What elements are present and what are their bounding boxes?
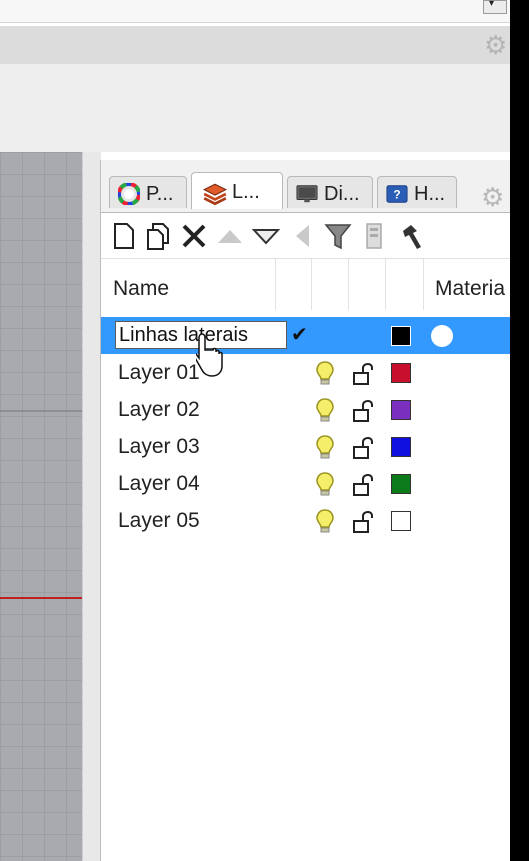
toolbar-area	[0, 64, 510, 152]
layer-row-editing[interactable]: ✔	[101, 317, 511, 354]
unlocked-icon[interactable]	[351, 399, 375, 423]
layer-name: Layer 04	[118, 472, 200, 495]
tab-layers[interactable]: L...	[191, 172, 283, 209]
layer-name: Layer 01	[118, 361, 200, 384]
unlocked-icon[interactable]	[351, 362, 375, 386]
column-separator	[348, 259, 349, 311]
tab-layers-label: L...	[232, 181, 260, 203]
top-dropdown[interactable]: ▾	[483, 0, 507, 14]
tab-display[interactable]: Di...	[287, 176, 373, 208]
layer-row[interactable]: Layer 02	[101, 391, 511, 428]
properties-color-wheel-icon	[118, 183, 140, 205]
screen-edge	[510, 0, 529, 861]
layer-color-swatch[interactable]	[391, 474, 411, 494]
visible-bulb-icon[interactable]	[315, 434, 335, 460]
layer-color-swatch[interactable]	[391, 400, 411, 420]
material-swatch-icon[interactable]	[431, 325, 453, 347]
unlocked-icon[interactable]	[351, 510, 375, 534]
move-up-icon[interactable]	[215, 221, 245, 251]
layer-color-swatch[interactable]	[391, 363, 411, 383]
display-monitor-icon	[296, 185, 318, 203]
tab-properties[interactable]: P...	[109, 176, 187, 208]
unlocked-icon[interactable]	[351, 436, 375, 460]
layer-list: ✔ Layer 01 Layer 02 Layer 03 Layer 04	[101, 310, 511, 861]
layer-row[interactable]: Layer 05	[101, 502, 511, 539]
panel-divider[interactable]	[82, 152, 101, 861]
viewport[interactable]	[0, 152, 82, 861]
viewport-grid-major-line	[0, 410, 82, 412]
top-strip	[0, 0, 510, 23]
layer-row[interactable]: Layer 01	[101, 354, 511, 391]
visible-bulb-icon[interactable]	[315, 471, 335, 497]
column-header-name[interactable]: Name	[113, 277, 169, 301]
panel-tabs: P... L... Di... ? H...	[101, 172, 511, 212]
layer-color-swatch[interactable]	[391, 511, 411, 531]
layers-icon	[202, 183, 228, 206]
layer-states-icon[interactable]	[359, 221, 389, 251]
svg-text:?: ?	[393, 188, 400, 202]
move-out-icon[interactable]	[287, 221, 317, 251]
layers-toolbar	[101, 212, 511, 259]
column-separator	[311, 259, 312, 311]
gear-icon[interactable]: ⚙	[484, 32, 507, 58]
tab-help-label: H...	[414, 183, 446, 205]
current-layer-check-icon[interactable]: ✔	[291, 322, 308, 347]
command-bar	[0, 26, 510, 64]
new-sublayer-icon[interactable]	[143, 221, 173, 251]
layer-name: Layer 05	[118, 509, 200, 532]
hand-cursor-icon	[196, 333, 223, 377]
filter-icon[interactable]	[323, 221, 353, 251]
layer-name: Layer 02	[118, 398, 200, 421]
tab-help[interactable]: ? H...	[377, 176, 457, 208]
layer-color-swatch[interactable]	[391, 437, 411, 457]
layer-name: Layer 03	[118, 435, 200, 458]
help-icon: ?	[386, 185, 408, 203]
layer-color-swatch[interactable]	[391, 326, 411, 346]
layers-panel: P... L... Di... ? H... ⚙ Name Materia Li…	[100, 160, 511, 861]
move-down-icon[interactable]	[251, 221, 281, 251]
unlocked-icon[interactable]	[351, 473, 375, 497]
visible-bulb-icon[interactable]	[315, 360, 335, 386]
column-header-material[interactable]: Materia	[435, 277, 505, 301]
tab-display-label: Di...	[324, 183, 360, 205]
delete-icon[interactable]	[179, 221, 209, 251]
visible-bulb-icon[interactable]	[315, 397, 335, 423]
layer-table-header: Name Materia	[101, 258, 511, 311]
dropdown-arrow-icon: ▾	[489, 0, 495, 9]
panel-gear-icon[interactable]: ⚙	[481, 182, 504, 213]
column-separator	[385, 259, 386, 311]
tab-properties-label: P...	[146, 183, 174, 205]
layer-row[interactable]: Layer 04	[101, 465, 511, 502]
column-separator	[275, 259, 276, 311]
visible-bulb-icon[interactable]	[315, 508, 335, 534]
new-layer-icon[interactable]	[109, 221, 139, 251]
column-separator	[423, 259, 424, 311]
viewport-x-axis-line	[0, 597, 82, 599]
tools-hammer-icon[interactable]	[395, 221, 425, 251]
layer-row[interactable]: Layer 03	[101, 428, 511, 465]
